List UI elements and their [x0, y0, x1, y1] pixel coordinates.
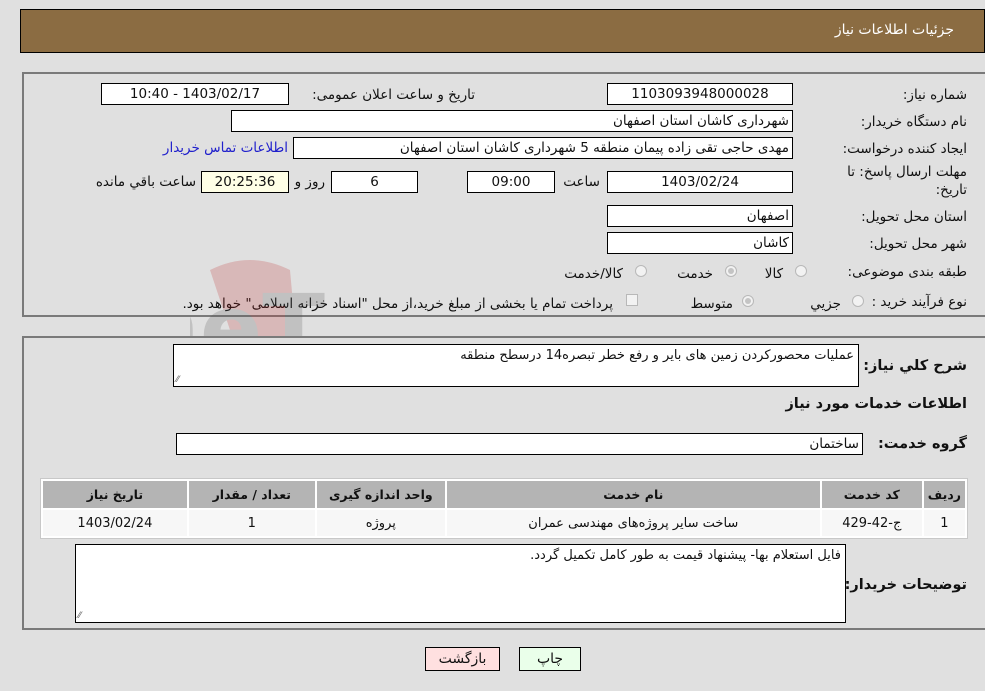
col-header-need-date: تاریخ نیاز — [43, 481, 187, 508]
process-radio-minor[interactable] — [852, 295, 864, 307]
days-label: روز و — [294, 174, 325, 190]
table-header-row: رديف کد خدمت نام خدمت واحد اندازه گیری ت… — [43, 481, 965, 508]
category-radio-goods[interactable] — [795, 265, 807, 277]
description-text: عملیات محصورکردن زمین های بایر و رفع خطر… — [460, 348, 854, 363]
requester-field: مهدی حاجی تقی زاده پیمان منطقه 5 شهرداری… — [293, 137, 793, 159]
cell-service-code: ج-42-429 — [821, 510, 922, 536]
print-button[interactable]: چاپ — [519, 647, 581, 671]
service-group-field: ساختمان — [176, 433, 863, 455]
time-remaining-label: ساعت باقي مانده — [95, 174, 196, 190]
buyer-notes-label: توضیحات خریدار: — [844, 577, 967, 593]
resize-grip-icon[interactable]: ⁄⁄ — [78, 612, 81, 621]
deadline-time-field: 09:00 — [467, 171, 555, 193]
delivery-city-label: شهر محل تحویل: — [869, 236, 967, 252]
cell-unit: پروژه — [316, 510, 445, 536]
time-remaining-field: 20:25:36 — [201, 171, 289, 193]
delivery-province-label: استان محل تحویل: — [861, 209, 967, 225]
buyer-contact-link[interactable]: اطلاعات تماس خریدار — [163, 140, 288, 156]
deadline-label-line2: تاریخ: — [935, 182, 967, 198]
deadline-time-label: ساعت — [563, 174, 600, 190]
treasury-checkbox-label: پرداخت تمام یا بخشی از مبلغ خرید،از محل … — [182, 296, 613, 312]
buyer-org-label: نام دستگاه خریدار: — [860, 114, 967, 130]
need-info-panel — [22, 72, 985, 317]
cell-service-name: ساخت سایر پروژه‌های مهندسی عمران — [446, 510, 820, 536]
category-label: طبقه بندی موضوعی: — [847, 264, 967, 280]
need-number-label: شماره نیاز: — [902, 87, 967, 103]
delivery-city-field: کاشان — [607, 232, 793, 254]
need-number-field: 1103093948000028 — [607, 83, 793, 105]
cell-need-date: 1403/02/24 — [43, 510, 187, 536]
description-textarea[interactable]: عملیات محصورکردن زمین های بایر و رفع خطر… — [173, 344, 859, 387]
category-option-goods-service-label: کالا/خدمت — [564, 266, 623, 282]
service-group-label: گروه خدمت: — [877, 436, 967, 452]
col-header-quantity: تعداد / مقدار — [188, 481, 315, 508]
back-button[interactable]: بازگشت — [425, 647, 500, 671]
buyer-notes-textarea[interactable]: فایل استعلام بها- پیشنهاد قیمت به طور کا… — [75, 544, 846, 623]
purchase-process-label: نوع فرآیند خرید : — [871, 294, 967, 310]
page-title: جزئیات اطلاعات نیاز — [834, 22, 954, 38]
process-option-minor-label: جزيي — [810, 296, 841, 312]
deadline-date-field: 1403/02/24 — [607, 171, 793, 193]
col-header-service-code: کد خدمت — [821, 481, 922, 508]
requester-label: ایجاد کننده درخواست: — [842, 141, 967, 157]
category-radio-goods-service[interactable] — [635, 265, 647, 277]
announce-datetime-field: 1403/02/17 - 10:40 — [101, 83, 289, 105]
table-row: 1 ج-42-429 ساخت سایر پروژه‌های مهندسی عم… — [43, 510, 965, 536]
process-option-medium-label: متوسط — [690, 296, 733, 312]
cell-quantity: 1 — [188, 510, 315, 536]
col-header-row-number: رديف — [923, 481, 965, 508]
services-table: رديف کد خدمت نام خدمت واحد اندازه گیری ت… — [40, 478, 968, 539]
treasury-checkbox[interactable] — [626, 294, 638, 306]
announce-datetime-label: تاریخ و ساعت اعلان عمومی: — [312, 87, 475, 103]
delivery-province-field: اصفهان — [607, 205, 793, 227]
services-section-title: اطلاعات خدمات مورد نياز — [785, 396, 967, 412]
buyer-notes-text: فایل استعلام بها- پیشنهاد قیمت به طور کا… — [530, 548, 841, 563]
page-header: جزئیات اطلاعات نیاز — [20, 9, 985, 53]
category-option-goods-label: کالا — [764, 266, 783, 282]
col-header-unit: واحد اندازه گیری — [316, 481, 445, 508]
col-header-service-name: نام خدمت — [446, 481, 820, 508]
cell-row-number: 1 — [923, 510, 965, 536]
process-radio-medium[interactable] — [742, 295, 754, 307]
buyer-org-field: شهرداری کاشان استان اصفهان — [231, 110, 793, 132]
deadline-label-line1: مهلت ارسال پاسخ: تا — [847, 164, 967, 180]
category-option-service-label: خدمت — [677, 266, 713, 282]
category-radio-service[interactable] — [725, 265, 737, 277]
description-label: شرح کلي نياز: — [863, 358, 967, 374]
days-remaining-field: 6 — [331, 171, 418, 193]
resize-grip-icon[interactable]: ⁄⁄ — [176, 376, 179, 385]
